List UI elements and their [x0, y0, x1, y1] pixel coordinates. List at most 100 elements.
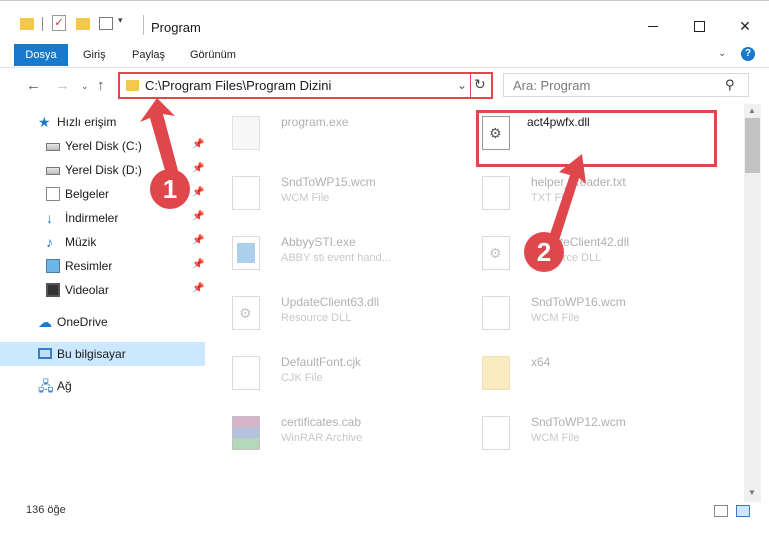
tab-view[interactable]: Görünüm — [190, 44, 236, 66]
sidebar-item-label: Belgeler — [65, 187, 110, 201]
sidebar-item-label: Yerel Disk (D:) — [65, 163, 142, 177]
tab-file[interactable]: Dosya — [14, 44, 68, 66]
ribbon-tabs: Dosya Giriş Paylaş Görünüm ⌄ ? — [0, 40, 769, 68]
drive-icon — [46, 167, 60, 175]
file-item[interactable]: program.exe — [210, 104, 460, 160]
highlight-box — [476, 110, 717, 167]
large-icons-view-icon[interactable] — [736, 505, 750, 517]
sidebar-item-videos[interactable]: Videolar 📌 — [0, 278, 205, 302]
folder-icon — [482, 356, 510, 390]
videos-icon — [46, 283, 60, 297]
details-view-icon[interactable] — [714, 505, 728, 517]
scroll-up-icon[interactable]: ▲ — [748, 106, 756, 115]
pin-icon[interactable]: 📌 — [192, 235, 204, 246]
vertical-scrollbar[interactable]: ▲ ▼ — [744, 104, 761, 502]
sidebar-item-label: Yerel Disk (C:) — [65, 139, 142, 153]
file-item[interactable]: certificates.cab WinRAR Archive — [210, 404, 460, 460]
file-item[interactable]: SndToWP12.wcm WCM File — [460, 404, 710, 460]
sidebar-item-this-pc[interactable]: Bu bilgisayar — [0, 342, 205, 366]
expand-ribbon-icon[interactable]: ⌄ — [718, 48, 726, 59]
minimize-button[interactable] — [630, 11, 676, 41]
sidebar-item-pictures[interactable]: Resimler 📌 — [0, 254, 205, 278]
file-name: x64 — [531, 355, 551, 369]
folder-icon — [126, 80, 139, 91]
pin-icon[interactable]: 📌 — [192, 259, 204, 270]
pin-icon[interactable]: 📌 — [192, 163, 204, 174]
address-path[interactable]: C:\Program Files\Program Dizini — [145, 78, 331, 93]
file-type: WCM File — [281, 192, 330, 204]
item-count: 136 öğe — [26, 504, 66, 516]
sidebar-item-label: Bu bilgisayar — [57, 347, 126, 361]
file-name: program.exe — [281, 115, 349, 129]
navigation-pane: ★ Hızlı erişim Yerel Disk (C:) 📌 Yerel D… — [0, 104, 210, 502]
search-placeholder: Ara: Program — [513, 78, 591, 93]
address-dropdown-icon[interactable]: ⌄ — [457, 78, 467, 92]
search-input[interactable]: Ara: Program ⚲ — [503, 73, 749, 97]
file-item[interactable]: x64 — [460, 344, 710, 400]
file-name: SndToWP12.wcm — [531, 415, 626, 429]
scroll-down-icon[interactable]: ▼ — [748, 488, 756, 497]
quick-access-dropdown-icon[interactable]: ▾ — [118, 15, 123, 31]
file-item[interactable]: SndToWP16.wcm WCM File — [460, 284, 710, 340]
sidebar-item-label: Ağ — [57, 379, 72, 393]
step-1-badge: 1 — [150, 169, 190, 209]
file-item[interactable]: UpdateClient63.dll Resource DLL — [210, 284, 460, 340]
refresh-icon[interactable]: ↻ — [474, 76, 486, 93]
file-type: TXT File — [531, 192, 573, 204]
maximize-button[interactable] — [676, 11, 722, 41]
exe-blue-icon — [232, 236, 260, 270]
file-type: WCM File — [531, 432, 580, 444]
help-icon[interactable]: ? — [741, 47, 755, 61]
sidebar-item-quick-access[interactable]: ★ Hızlı erişim — [0, 110, 205, 134]
file-type: WinRAR Archive — [281, 432, 363, 444]
file-type: Resource DLL — [281, 312, 352, 324]
sidebar-item-music[interactable]: ♪ Müzik 📌 — [0, 230, 205, 254]
sidebar-item-network[interactable]: 🖧 Ağ — [0, 374, 205, 398]
pin-icon[interactable]: 📌 — [192, 139, 204, 150]
forward-arrow-icon[interactable]: → — [55, 77, 70, 94]
tab-home[interactable]: Giriş — [83, 44, 106, 66]
file-icon — [232, 176, 260, 210]
scroll-thumb[interactable] — [745, 118, 760, 173]
pin-icon[interactable]: 📌 — [192, 283, 204, 294]
divider — [42, 17, 43, 31]
network-icon: 🖧 — [38, 378, 54, 394]
sidebar-item-label: OneDrive — [57, 315, 108, 329]
file-name: AbbyySTI.exe — [281, 235, 356, 249]
file-icon — [482, 416, 510, 450]
window-title: Program — [151, 20, 201, 35]
onedrive-icon: ☁ — [38, 314, 52, 330]
new-folder-icon[interactable] — [76, 18, 90, 30]
winrar-archive-icon — [232, 416, 260, 450]
recent-locations-icon[interactable]: ⌄ — [81, 81, 89, 92]
sidebar-item-label: Hızlı erişim — [57, 115, 117, 129]
music-icon: ♪ — [46, 234, 53, 250]
file-icon — [232, 356, 260, 390]
address-bar[interactable]: C:\Program Files\Program Dizini ⌄ ↻ — [118, 72, 493, 99]
dll-gear-icon — [482, 236, 510, 270]
pin-icon[interactable]: 📌 — [192, 187, 204, 198]
quick-access-view-icon[interactable] — [99, 17, 113, 30]
close-button[interactable]: ✕ — [722, 11, 768, 41]
file-name: DefaultFont.cjk — [281, 355, 362, 369]
tab-share[interactable]: Paylaş — [132, 44, 165, 66]
up-arrow-icon[interactable]: ↑ — [97, 77, 105, 94]
documents-icon — [46, 187, 60, 201]
pictures-icon — [46, 259, 60, 273]
step-2-badge: 2 — [524, 232, 564, 272]
sidebar-item-onedrive[interactable]: ☁ OneDrive — [0, 310, 205, 334]
search-icon[interactable]: ⚲ — [725, 77, 735, 93]
star-icon: ★ — [38, 114, 51, 130]
sidebar-item-local-disk-c[interactable]: Yerel Disk (C:) 📌 — [0, 134, 205, 158]
dll-gear-icon — [232, 296, 260, 330]
file-item[interactable]: helper_Reader.txt TXT File — [460, 164, 710, 220]
file-name: SndToWP16.wcm — [531, 295, 626, 309]
file-item[interactable]: UpdateClient42.dll Resource DLL — [460, 224, 710, 280]
pin-icon[interactable]: 📌 — [192, 211, 204, 222]
properties-check-icon[interactable]: ✓ — [52, 15, 66, 31]
file-item[interactable]: AbbyySTI.exe ABBY sti event hand... — [210, 224, 460, 280]
file-item[interactable]: DefaultFont.cjk CJK File — [210, 344, 460, 400]
back-arrow-icon[interactable]: ← — [26, 77, 41, 94]
sidebar-item-downloads[interactable]: ↓ İndirmeler 📌 — [0, 206, 205, 230]
file-item[interactable]: SndToWP15.wcm WCM File — [210, 164, 460, 220]
